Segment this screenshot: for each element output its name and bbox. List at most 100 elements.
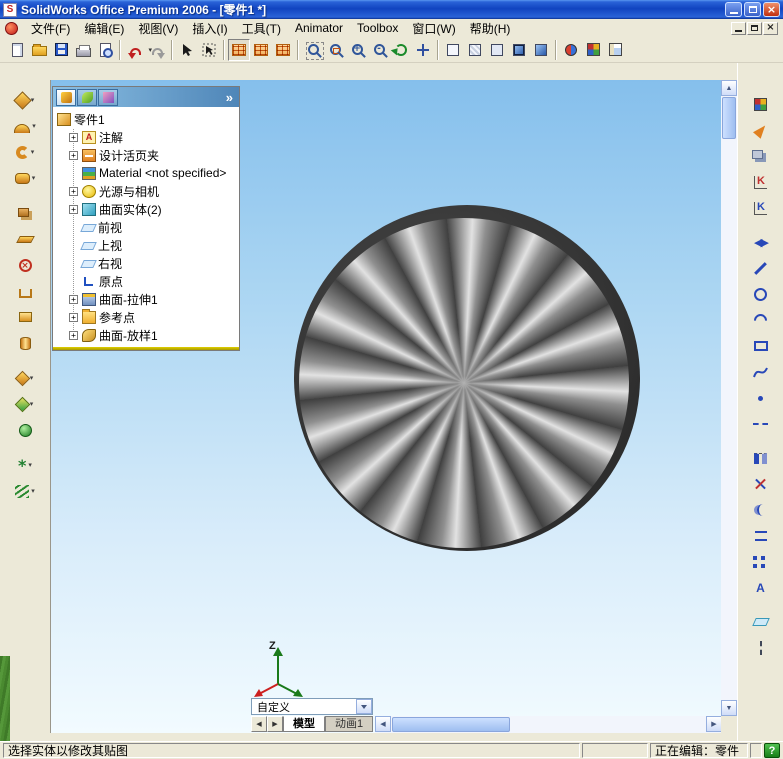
view-setting-combobox[interactable]: 自定义 (251, 698, 373, 715)
document-minimize-button[interactable] (731, 21, 746, 35)
rollback-bar[interactable] (53, 347, 239, 350)
select-button[interactable] (176, 39, 198, 61)
tree-item-origin[interactable]: 原点 (53, 272, 239, 290)
dropdown-icon[interactable] (31, 148, 35, 156)
vertical-scrollbar[interactable]: ▲ ▼ (721, 80, 737, 716)
zoom-in-button[interactable]: + (346, 39, 368, 61)
plane-tool[interactable] (745, 609, 777, 635)
dropdown-icon[interactable] (31, 487, 35, 495)
horizontal-scrollbar[interactable]: ◀ ▶ (375, 716, 721, 733)
vertical-scroll-thumb[interactable] (722, 97, 736, 139)
curvature-comb-2-tool[interactable]: K (745, 195, 777, 221)
grid-button-2[interactable] (250, 39, 272, 61)
document-close-button[interactable] (763, 21, 778, 35)
extend-surface-button[interactable] (5, 278, 45, 304)
tree-item-surface-bodies[interactable]: + 曲面实体(2) (53, 200, 239, 218)
menu-help[interactable]: 帮助(H) (463, 19, 518, 38)
document-restore-button[interactable] (747, 21, 762, 35)
redo-button[interactable] (146, 39, 168, 61)
section-view-button[interactable] (560, 39, 582, 61)
minimize-button[interactable] (725, 2, 742, 17)
mirror-entities-tool[interactable] (745, 445, 777, 471)
tab-scroll-right-button[interactable]: ▶ (267, 716, 283, 732)
hidden-lines-removed-button[interactable] (486, 39, 508, 61)
tab-animation[interactable]: 动画1 (325, 716, 374, 732)
zoom-to-area-button[interactable] (324, 39, 346, 61)
menu-view[interactable]: 视图(V) (131, 19, 185, 38)
knit-surface-button[interactable] (5, 330, 45, 356)
tree-item-top-plane[interactable]: 上视 (53, 236, 239, 254)
grid-button-3[interactable] (272, 39, 294, 61)
expand-toggle[interactable]: + (69, 132, 78, 142)
sketch-tool[interactable] (745, 117, 777, 143)
offset-surface-button[interactable] (5, 226, 45, 252)
curvature-comb-1-tool[interactable]: K (745, 169, 777, 195)
print-button[interactable] (72, 39, 94, 61)
tree-item-surface-loft1[interactable]: + 曲面-放样1 (53, 326, 239, 344)
menu-window[interactable]: 窗口(W) (405, 19, 462, 38)
dropdown-icon[interactable] (32, 174, 36, 182)
expand-toggle[interactable]: + (69, 204, 78, 214)
swept-surface-button[interactable] (5, 139, 45, 165)
tab-configurationmanager[interactable] (98, 88, 118, 106)
centerline-tool[interactable] (745, 411, 777, 437)
quick-tips-help-button[interactable]: ? (764, 743, 780, 758)
save-button[interactable] (50, 39, 72, 61)
expand-toggle[interactable]: + (69, 312, 78, 322)
horizontal-scroll-thumb[interactable] (392, 717, 510, 732)
tab-scroll-left-button[interactable]: ◀ (251, 716, 267, 732)
combobox-dropdown-button[interactable] (356, 699, 372, 714)
panel-chevron-button[interactable]: » (223, 90, 236, 105)
expand-toggle[interactable]: + (69, 294, 78, 304)
expand-toggle[interactable]: + (69, 150, 78, 160)
pan-button[interactable] (412, 39, 434, 61)
convert-entities-tool[interactable] (745, 523, 777, 549)
lofted-surface-button[interactable] (5, 165, 45, 191)
part-3d-model-lofted-surface[interactable] (299, 218, 629, 548)
smart-dimension-tool[interactable] (745, 229, 777, 255)
expand-toggle[interactable]: + (69, 330, 78, 340)
dropdown-icon[interactable] (32, 122, 36, 130)
tree-item-annotations[interactable]: + 注解 (53, 128, 239, 146)
expand-toggle[interactable]: + (69, 186, 78, 196)
hidden-lines-visible-button[interactable] (464, 39, 486, 61)
scroll-left-arrow[interactable]: ◀ (375, 716, 391, 732)
tree-item-right-plane[interactable]: 右视 (53, 254, 239, 272)
close-button[interactable] (763, 2, 780, 17)
new-document-button[interactable] (6, 39, 28, 61)
undo-button[interactable] (124, 39, 146, 61)
view-orientation-button[interactable] (582, 39, 604, 61)
tree-item-reference-points[interactable]: + 参考点 (53, 308, 239, 326)
line-tool[interactable] (745, 255, 777, 281)
zoom-out-button[interactable]: - (368, 39, 390, 61)
menu-toolbox[interactable]: Toolbox (350, 20, 405, 36)
print-preview-button[interactable] (94, 39, 116, 61)
rectangle-tool[interactable] (745, 333, 777, 359)
menu-edit[interactable]: 编辑(E) (77, 19, 131, 38)
axis-tool[interactable] (745, 635, 777, 661)
rotate-view-button[interactable] (390, 39, 412, 61)
revolved-surface-button[interactable] (5, 113, 45, 139)
freeform-button[interactable] (5, 452, 45, 478)
app-icon[interactable] (3, 2, 17, 17)
wireframe-button[interactable] (442, 39, 464, 61)
shaded-button[interactable] (530, 39, 552, 61)
circle-tool[interactable] (745, 281, 777, 307)
menu-insert[interactable]: 插入(I) (185, 19, 234, 38)
extruded-surface-button[interactable] (5, 87, 45, 113)
menu-animator[interactable]: Animator (288, 20, 350, 36)
delete-face-button[interactable] (5, 252, 45, 278)
tree-item-design-binder[interactable]: + 设计活页夹 (53, 146, 239, 164)
tree-item-material[interactable]: Material <not specified> (53, 164, 239, 182)
tree-item-part[interactable]: 零件1 (53, 110, 239, 128)
spline-tool[interactable] (745, 359, 777, 385)
open-button[interactable] (28, 39, 50, 61)
tree-item-front-plane[interactable]: 前视 (53, 218, 239, 236)
tree-item-lights-cameras[interactable]: + 光源与相机 (53, 182, 239, 200)
text-tool[interactable] (745, 575, 777, 601)
flex-button[interactable] (5, 478, 45, 504)
trim-surface-button[interactable] (5, 365, 45, 391)
grid-button-1[interactable] (228, 38, 250, 61)
shaded-with-edges-button[interactable] (508, 39, 530, 61)
planar-surface-button[interactable] (5, 200, 45, 226)
